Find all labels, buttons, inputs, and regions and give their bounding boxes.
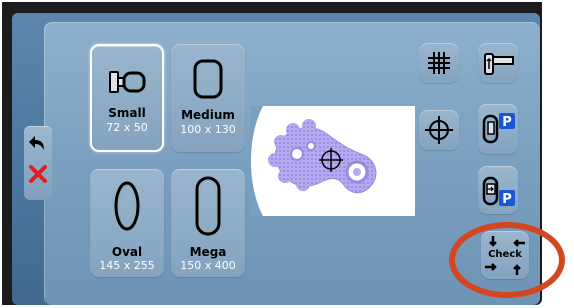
hoop-clamp-icon xyxy=(483,51,515,77)
check-button[interactable]: Check xyxy=(481,231,529,279)
check-label: Check xyxy=(488,249,522,260)
park-hoop-side-button[interactable]: P xyxy=(478,166,518,214)
undo-arrow-icon xyxy=(28,134,48,152)
embroidery-hoop-screen: Small 72 x 50 Medium 100 x 130 Oval 145 … xyxy=(0,0,574,308)
oval-hoop-icon xyxy=(90,179,164,233)
medium-hoop-icon xyxy=(171,58,245,100)
back-cancel-button[interactable] xyxy=(24,126,52,200)
hoop-small-name: Small xyxy=(108,106,146,120)
crosshair-icon xyxy=(424,115,454,145)
red-x-icon xyxy=(28,164,48,184)
hoop-small-size: 72 x 50 xyxy=(106,121,148,134)
grid-icon xyxy=(427,51,451,75)
hoop-oval-name: Oval xyxy=(111,245,143,259)
park-hoop-icon: P xyxy=(482,112,516,146)
parking-badge-text: P xyxy=(502,115,512,130)
hoop-medium-name: Medium xyxy=(181,108,235,122)
grid-button[interactable] xyxy=(419,43,459,83)
hoop-oval-size: 145 x 255 xyxy=(99,259,155,272)
small-hoop-icon xyxy=(92,66,162,98)
hoop-mega-size: 150 x 400 xyxy=(180,259,236,272)
hoop-small-button[interactable]: Small 72 x 50 xyxy=(90,44,164,152)
hoop-mega-name: Mega xyxy=(189,245,227,259)
hoop-oval-button[interactable]: Oval 145 x 255 xyxy=(90,169,164,277)
hoop-attach-button[interactable] xyxy=(478,43,518,83)
hoop-medium-size: 100 x 130 xyxy=(180,123,236,136)
hoop-mega-button[interactable]: Mega 150 x 400 xyxy=(171,169,245,277)
hoop-medium-button[interactable]: Medium 100 x 130 xyxy=(171,44,245,152)
park-hoop-button[interactable]: P xyxy=(478,104,518,154)
embroidery-preview xyxy=(251,106,415,216)
park-hoop-side-icon: P xyxy=(482,174,516,208)
embroidery-design-preview xyxy=(251,106,377,216)
center-button[interactable] xyxy=(419,110,459,150)
parking-badge-text-2: P xyxy=(502,192,512,207)
mega-hoop-icon xyxy=(171,175,245,237)
